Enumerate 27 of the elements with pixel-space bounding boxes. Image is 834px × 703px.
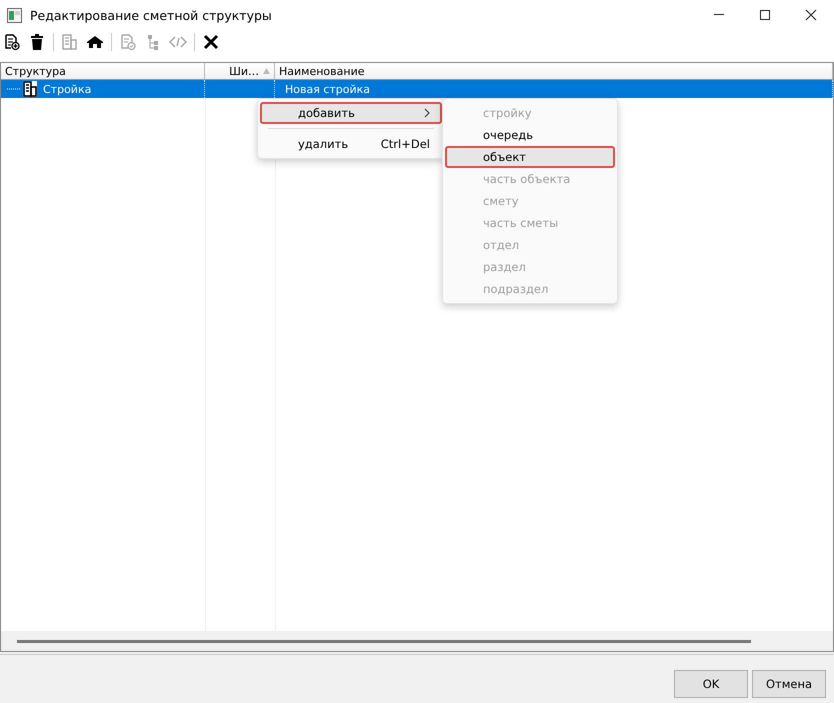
scrollbar-thumb[interactable] xyxy=(17,640,751,642)
table-cell: Новая стройка xyxy=(285,82,370,96)
column-header[interactable]: Ши… xyxy=(205,63,275,79)
column-header[interactable]: Структура xyxy=(1,63,205,79)
tree-item[interactable]: Стройка xyxy=(43,82,92,96)
tree-line-icon xyxy=(7,87,21,91)
chevron-right-icon xyxy=(424,108,430,118)
cancel-button[interactable]: Отмена xyxy=(752,670,826,698)
menu-item[interactable]: очередь xyxy=(445,124,615,146)
trash-icon xyxy=(28,33,46,51)
maximize-icon xyxy=(759,9,771,21)
shortcut-label: Ctrl+Del xyxy=(380,137,430,151)
close-icon xyxy=(202,33,220,51)
ok-button[interactable]: OK xyxy=(674,670,748,698)
add-document-icon xyxy=(3,33,21,51)
menu-item[interactable]: объект xyxy=(445,146,615,168)
column-header[interactable]: Наименование xyxy=(275,63,833,79)
building-icon xyxy=(61,33,79,51)
menu-item[interactable]: удалить Ctrl+Del xyxy=(260,133,442,155)
close-icon xyxy=(805,9,817,21)
house-icon xyxy=(86,33,104,51)
menu-item[interactable]: добавить xyxy=(260,102,442,124)
window-title: Редактирование сметной структуры xyxy=(30,8,272,22)
app-icon xyxy=(7,8,22,22)
document-check-icon xyxy=(119,33,137,51)
table-row[interactable]: Стройка Новая стройка xyxy=(1,80,833,98)
building-icon xyxy=(23,81,37,97)
